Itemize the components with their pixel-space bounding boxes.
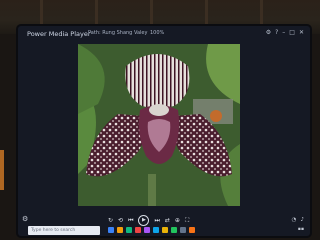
repeat-icon[interactable]: ↻ (108, 217, 113, 225)
settings-icon[interactable]: ⚙ (22, 215, 28, 223)
shuffle-icon[interactable]: ⇄ (165, 217, 170, 225)
taskbar-app-icon[interactable] (126, 227, 132, 233)
zoom-level[interactable]: 100% (150, 30, 164, 36)
taskbar-app-icon[interactable] (153, 227, 159, 233)
rotate-icon[interactable]: ⟲ (118, 217, 123, 225)
help-icon[interactable]: ? (275, 29, 278, 37)
title-bar: Power Media Player Path: Rung Shang Vale… (18, 26, 310, 44)
previous-icon[interactable]: ⏮ (128, 217, 133, 225)
search-input[interactable]: Type here to search (28, 226, 100, 235)
taskbar-app-icon[interactable] (108, 227, 114, 233)
playback-controls: ↻ ⟲ ⏮ ▶ ⏭ ⇄ ⊕ ⛶ (108, 215, 189, 226)
play-icon[interactable]: ▶ (138, 215, 150, 226)
orchid-photo (78, 44, 240, 206)
volume-icon[interactable]: ♪ (300, 217, 304, 223)
next-icon[interactable]: ⏭ (154, 217, 159, 225)
gear-icon[interactable]: ⚙ (266, 29, 271, 37)
taskbar-app-icon[interactable] (180, 227, 186, 233)
zoom-icon[interactable]: ⊕ (175, 217, 180, 225)
fullscreen-icon[interactable]: ⛶ (185, 217, 189, 225)
taskbar-app-icon[interactable] (135, 227, 141, 233)
clock: ▪▪ (297, 227, 304, 232)
window-controls: ⚙ ? – □ ✕ (266, 29, 304, 37)
monitor-screen: Power Media Player Path: Rung Shang Vale… (18, 26, 310, 236)
orange-glow (0, 150, 4, 190)
photo-viewer[interactable] (78, 44, 240, 206)
path-label: Path: Rung Shang Valey (88, 30, 148, 36)
taskbar-app-icon[interactable] (144, 227, 150, 233)
bottom-bar: ⚙ Type here to search ↻ ⟲ ⏮ ▶ ⏭ ⇄ ⊕ ⛶ ◔ … (18, 211, 310, 236)
minimize-icon[interactable]: – (282, 29, 285, 37)
taskbar-app-icon[interactable] (117, 227, 123, 233)
taskbar-app-icon[interactable] (171, 227, 177, 233)
restore-icon[interactable]: □ (289, 29, 295, 37)
app-title: Power Media Player (27, 30, 91, 38)
taskbar-apps (108, 227, 195, 233)
close-icon[interactable]: ✕ (299, 29, 304, 37)
taskbar-app-icon[interactable] (162, 227, 168, 233)
taskbar-app-icon[interactable] (189, 227, 195, 233)
system-tray: ◔ ♪ (292, 217, 304, 223)
wifi-icon[interactable]: ◔ (292, 217, 297, 223)
